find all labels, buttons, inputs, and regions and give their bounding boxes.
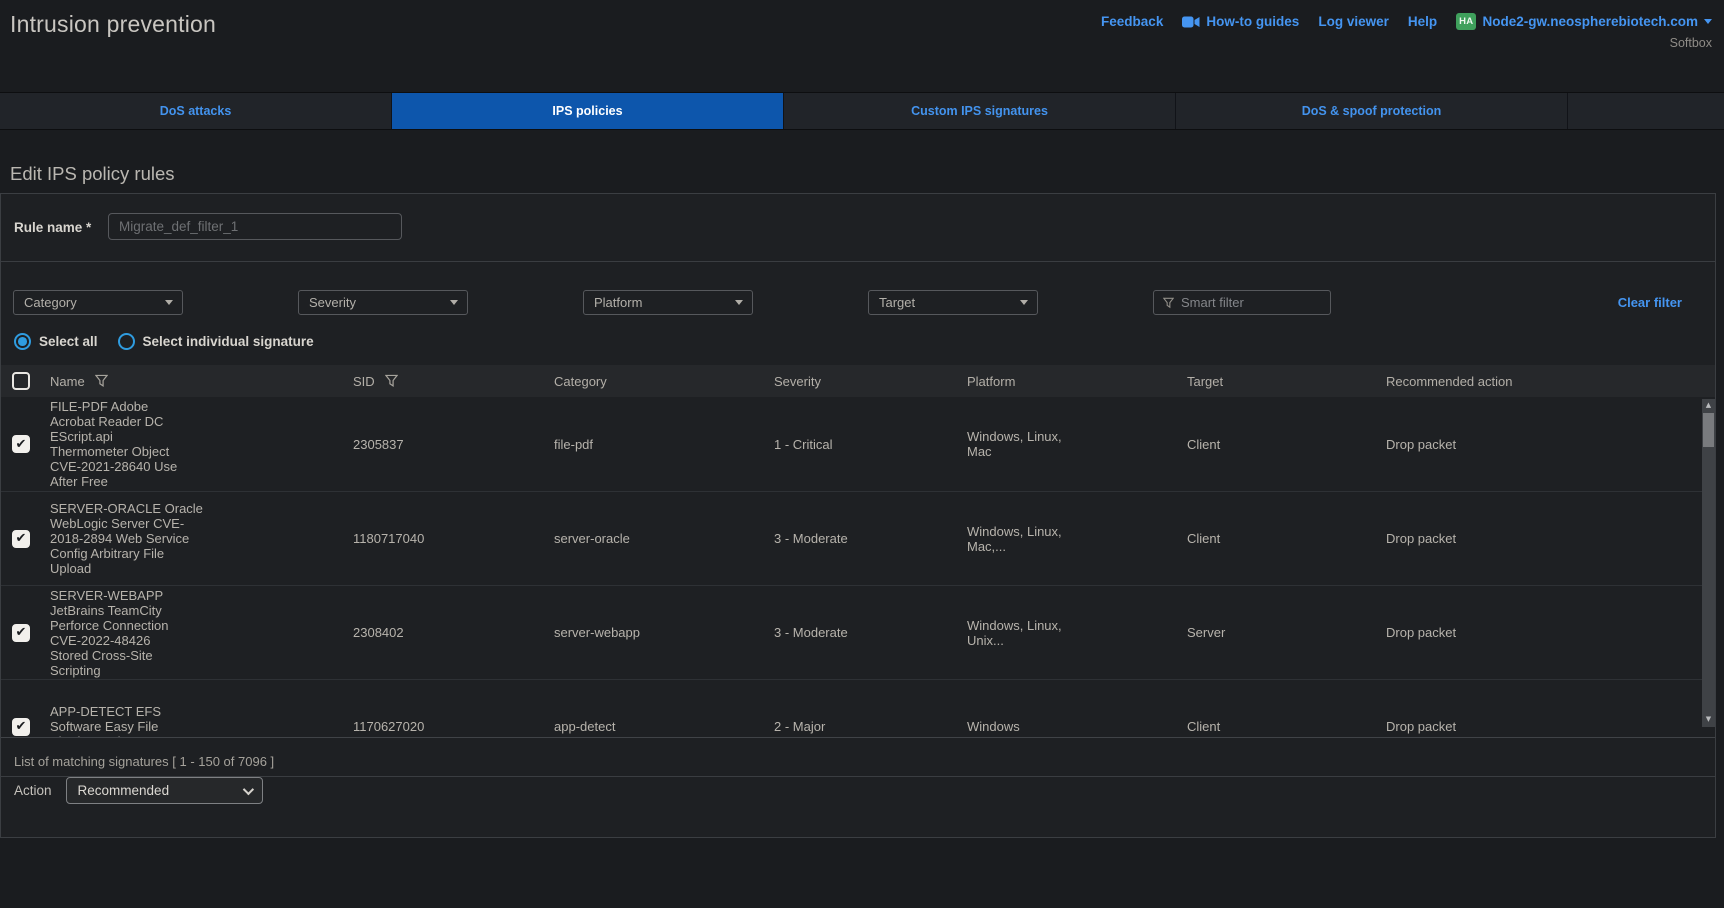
intrusion-prevention-page: Intrusion prevention Feedback How-to gui… bbox=[0, 0, 1724, 908]
table-row: APP-DETECT EFS Software Easy File Sharin… bbox=[1, 679, 1715, 738]
table-row: FILE-PDF Adobe Acrobat Reader DC EScript… bbox=[1, 397, 1715, 491]
video-camera-icon bbox=[1182, 16, 1200, 28]
platform-filter-dropdown[interactable]: Platform bbox=[583, 290, 753, 315]
tab-dos-spoof-protection[interactable]: DoS & spoof protection bbox=[1176, 93, 1568, 129]
scroll-up-icon[interactable]: ▲ bbox=[1706, 399, 1711, 411]
row-checkbox[interactable] bbox=[12, 530, 30, 548]
signature-name: SERVER-ORACLE Oracle WebLogic Server CVE… bbox=[50, 501, 353, 576]
ha-badge: HA bbox=[1456, 13, 1476, 30]
log-viewer-link[interactable]: Log viewer bbox=[1318, 14, 1389, 29]
environment-label: Softbox bbox=[1670, 36, 1712, 50]
action-label: Action bbox=[14, 783, 52, 798]
signature-target: Client bbox=[1187, 719, 1386, 734]
smart-filter-input[interactable] bbox=[1181, 295, 1357, 310]
results-summary: List of matching signatures [ 1 - 150 of… bbox=[1, 746, 1715, 777]
filter-icon bbox=[1163, 297, 1174, 309]
filter-icon[interactable] bbox=[385, 374, 398, 388]
select-all-rows-checkbox[interactable] bbox=[12, 372, 30, 390]
action-bar: Action Recommended bbox=[14, 777, 263, 804]
column-name: Name bbox=[50, 374, 85, 389]
signature-severity: 2 - Major bbox=[774, 719, 967, 734]
column-recommended-action: Recommended action bbox=[1386, 374, 1715, 389]
rule-name-label: Rule name * bbox=[14, 220, 91, 235]
header-links: Feedback How-to guides Log viewer Help H… bbox=[1101, 13, 1712, 30]
scrollbar-thumb[interactable] bbox=[1703, 413, 1714, 447]
signature-sid: 1180717040 bbox=[353, 531, 554, 546]
chevron-down-icon bbox=[450, 300, 458, 305]
signature-name: FILE-PDF Adobe Acrobat Reader DC EScript… bbox=[50, 399, 353, 489]
signature-platform: Windows bbox=[967, 719, 1187, 734]
table-header: Name SID Category Severity Platform Targ… bbox=[1, 365, 1715, 397]
row-checkbox[interactable] bbox=[12, 718, 30, 736]
help-link[interactable]: Help bbox=[1408, 14, 1437, 29]
rule-name-input[interactable] bbox=[108, 213, 402, 240]
tab-dos-attacks[interactable]: DoS attacks bbox=[0, 93, 392, 129]
target-filter-dropdown[interactable]: Target bbox=[868, 290, 1038, 315]
how-to-guides-link[interactable]: How-to guides bbox=[1182, 14, 1299, 29]
signature-target: Client bbox=[1187, 437, 1386, 452]
page-title: Intrusion prevention bbox=[10, 11, 216, 38]
tab-bar: DoS attacks IPS policies Custom IPS sign… bbox=[0, 92, 1724, 130]
divider bbox=[1, 261, 1715, 262]
table-row: SERVER-ORACLE Oracle WebLogic Server CVE… bbox=[1, 491, 1715, 585]
column-platform: Platform bbox=[967, 374, 1187, 389]
signature-target: Server bbox=[1187, 625, 1386, 640]
select-individual-signature-radio[interactable]: Select individual signature bbox=[118, 333, 314, 350]
appliance-name: Node2-gw.neospherebiotech.com bbox=[1482, 14, 1698, 29]
signature-category: file-pdf bbox=[554, 437, 774, 452]
selection-mode: Select all Select individual signature bbox=[14, 333, 314, 350]
tab-custom-ips-signatures[interactable]: Custom IPS signatures bbox=[784, 93, 1176, 129]
signature-action: Drop packet bbox=[1386, 719, 1715, 734]
feedback-link[interactable]: Feedback bbox=[1101, 14, 1163, 29]
signature-category: app-detect bbox=[554, 719, 774, 734]
tab-ips-policies[interactable]: IPS policies bbox=[392, 93, 784, 129]
table-scrollbar[interactable]: ▲ ▼ bbox=[1702, 399, 1715, 727]
signature-action: Drop packet bbox=[1386, 437, 1715, 452]
signature-category: server-webapp bbox=[554, 625, 774, 640]
clear-filter-link[interactable]: Clear filter bbox=[1618, 295, 1682, 310]
appliance-menu[interactable]: HA Node2-gw.neospherebiotech.com bbox=[1456, 13, 1712, 30]
radio-selected-icon bbox=[14, 333, 31, 350]
smart-filter-field bbox=[1153, 290, 1331, 315]
chevron-down-icon bbox=[242, 783, 253, 794]
column-severity: Severity bbox=[774, 374, 967, 389]
row-checkbox[interactable] bbox=[12, 435, 30, 453]
edit-ips-policy-panel: Rule name * Category Severity Platform T… bbox=[0, 193, 1716, 838]
signature-sid: 1170627020 bbox=[353, 719, 554, 734]
severity-filter-dropdown[interactable]: Severity bbox=[298, 290, 468, 315]
signature-platform: Windows, Linux, Mac bbox=[967, 429, 1187, 459]
filter-icon[interactable] bbox=[95, 374, 108, 388]
scroll-down-icon[interactable]: ▼ bbox=[1706, 713, 1711, 725]
column-category: Category bbox=[554, 374, 774, 389]
chevron-down-icon bbox=[165, 300, 173, 305]
row-checkbox[interactable] bbox=[12, 624, 30, 642]
chevron-down-icon bbox=[1020, 300, 1028, 305]
select-all-radio[interactable]: Select all bbox=[14, 333, 98, 350]
table-row: SERVER-WEBAPP JetBrains TeamCity Perforc… bbox=[1, 585, 1715, 679]
signature-severity: 1 - Critical bbox=[774, 437, 967, 452]
signature-severity: 3 - Moderate bbox=[774, 625, 967, 640]
chevron-down-icon bbox=[1704, 19, 1712, 24]
signature-target: Client bbox=[1187, 531, 1386, 546]
radio-unselected-icon bbox=[118, 333, 135, 350]
signature-sid: 2305837 bbox=[353, 437, 554, 452]
signature-action: Drop packet bbox=[1386, 625, 1715, 640]
signature-severity: 3 - Moderate bbox=[774, 531, 967, 546]
signature-action: Drop packet bbox=[1386, 531, 1715, 546]
signature-name: SERVER-WEBAPP JetBrains TeamCity Perforc… bbox=[50, 588, 353, 678]
section-heading: Edit IPS policy rules bbox=[10, 163, 175, 185]
category-filter-dropdown[interactable]: Category bbox=[13, 290, 183, 315]
signature-platform: Windows, Linux, Mac,... bbox=[967, 524, 1187, 554]
signature-category: server-oracle bbox=[554, 531, 774, 546]
signature-platform: Windows, Linux, Unix... bbox=[967, 618, 1187, 648]
table-body: FILE-PDF Adobe Acrobat Reader DC EScript… bbox=[1, 397, 1715, 738]
signature-name: APP-DETECT EFS Software Easy File Sharin… bbox=[50, 704, 353, 738]
column-sid: SID bbox=[353, 374, 375, 389]
how-to-guides-label: How-to guides bbox=[1206, 14, 1299, 29]
action-select[interactable]: Recommended bbox=[66, 777, 263, 804]
chevron-down-icon bbox=[735, 300, 743, 305]
column-target: Target bbox=[1187, 374, 1386, 389]
signature-sid: 2308402 bbox=[353, 625, 554, 640]
